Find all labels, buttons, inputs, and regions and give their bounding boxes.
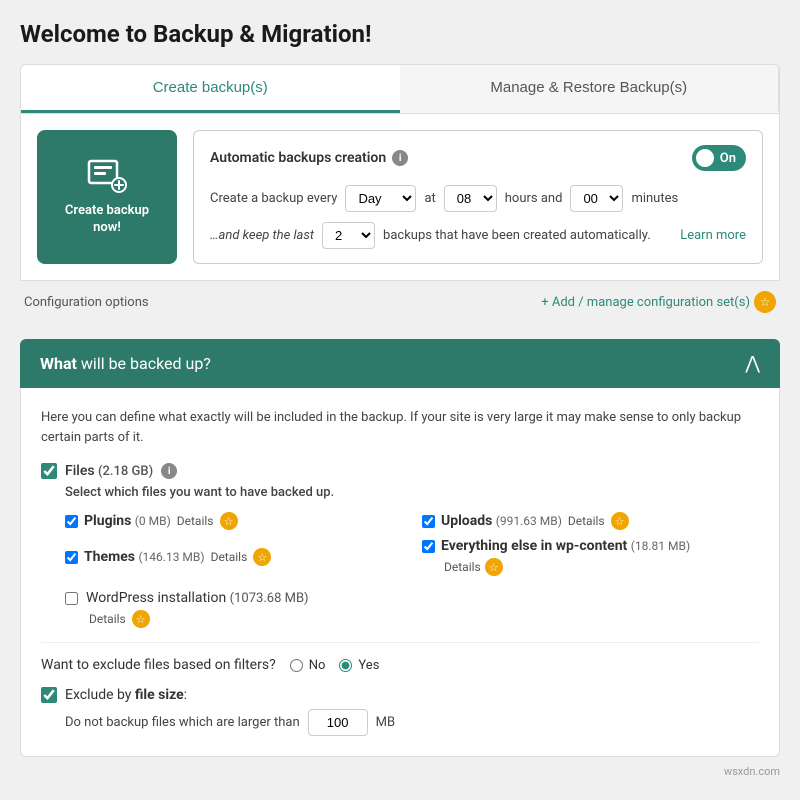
file-item-uploads: Uploads (991.63 MB) Details ☆ xyxy=(422,512,759,530)
uploads-label[interactable]: Uploads (991.63 MB) xyxy=(441,513,562,529)
auto-backup-info-icon[interactable]: i xyxy=(392,150,408,166)
exclude-size-desc: Do not backup files which are larger tha… xyxy=(65,715,300,730)
hours-select[interactable]: 08 00 01 12 xyxy=(444,185,497,212)
schedule-frequency-select[interactable]: Day Hour Week xyxy=(345,185,416,212)
uploads-checkbox[interactable] xyxy=(422,515,435,528)
radio-option-no[interactable]: No xyxy=(290,658,326,673)
everything-else-details-icon[interactable]: ☆ xyxy=(485,558,503,576)
exclude-size-input[interactable] xyxy=(308,709,368,736)
section-header-title: What will be backed up? xyxy=(40,354,211,373)
files-sub-description: Select which files you want to have back… xyxy=(65,485,759,500)
files-grid: Plugins (0 MB) Details ☆ Uploads (991.63… xyxy=(65,512,759,576)
files-info-icon[interactable]: i xyxy=(161,463,177,479)
learn-more-link[interactable]: Learn more xyxy=(680,228,746,243)
file-item-themes: Themes (146.13 MB) Details ☆ xyxy=(65,538,402,576)
section-header: What will be backed up? ⋀ xyxy=(20,339,780,388)
files-checkbox-row: Files (2.18 GB) i xyxy=(41,463,759,479)
uploads-details-link[interactable]: Details xyxy=(568,514,605,528)
wp-installation-label[interactable]: WordPress installation (1073.68 MB) xyxy=(86,590,309,606)
add-config-link[interactable]: + Add / manage configuration set(s) ☆ xyxy=(541,291,776,313)
file-item-plugins: Plugins (0 MB) Details ☆ xyxy=(65,512,402,530)
exclude-by-label[interactable]: Exclude by file size: xyxy=(65,687,187,703)
exclude-size-checkbox-row: Exclude by file size: xyxy=(41,687,759,703)
themes-checkbox[interactable] xyxy=(65,551,78,564)
exclude-filter-section: Want to exclude files based on filters? … xyxy=(41,657,759,736)
tab-manage-restore[interactable]: Manage & Restore Backup(s) xyxy=(400,65,780,113)
section-body: Here you can define what exactly will be… xyxy=(20,388,780,757)
minutes-select[interactable]: 00 15 30 45 xyxy=(570,185,623,212)
create-backup-label: Create backup now! xyxy=(65,203,149,237)
files-label[interactable]: Files (2.18 GB) xyxy=(65,463,153,479)
plugins-checkbox[interactable] xyxy=(65,515,78,528)
uploads-details-icon[interactable]: ☆ xyxy=(611,512,629,530)
themes-details-link[interactable]: Details xyxy=(211,550,248,564)
plugins-details-icon[interactable]: ☆ xyxy=(220,512,238,530)
files-checkbox[interactable] xyxy=(41,463,57,479)
auto-backup-toggle[interactable]: On xyxy=(692,145,746,171)
themes-label[interactable]: Themes (146.13 MB) xyxy=(84,549,205,565)
wp-details-icon[interactable]: ☆ xyxy=(132,610,150,628)
wp-installation-checkbox[interactable] xyxy=(65,592,78,605)
exclude-filter-radio-row: Want to exclude files based on filters? … xyxy=(41,657,759,673)
wp-details-row: Details ☆ xyxy=(89,610,759,628)
create-backup-now-button[interactable]: Create backup now! xyxy=(37,130,177,264)
keep-count-select[interactable]: 2 3 5 10 xyxy=(322,222,375,249)
tabs-container: Create backup(s) Manage & Restore Backup… xyxy=(20,64,780,114)
radio-option-yes[interactable]: Yes xyxy=(339,658,379,673)
themes-details-icon[interactable]: ☆ xyxy=(253,548,271,566)
wp-details-link[interactable]: Details xyxy=(89,612,126,626)
section-description: Here you can define what exactly will be… xyxy=(41,408,759,447)
auto-backup-header: Automatic backups creation i On xyxy=(210,145,746,171)
everything-else-checkbox[interactable] xyxy=(422,540,435,553)
wp-installation-section: WordPress installation (1073.68 MB) Deta… xyxy=(65,590,759,628)
exclude-size-unit: MB xyxy=(376,715,395,730)
watermark: wsxdn.com xyxy=(20,765,780,778)
radio-no[interactable] xyxy=(290,659,303,672)
section-collapse-icon[interactable]: ⋀ xyxy=(745,353,760,374)
auto-backup-section: Automatic backups creation i On Create a… xyxy=(193,130,763,264)
exclude-size-row: Do not backup files which are larger tha… xyxy=(65,709,759,736)
exclude-size-checkbox[interactable] xyxy=(41,687,57,703)
wp-installation-row: WordPress installation (1073.68 MB) xyxy=(65,590,759,606)
main-card: Create backup now! Automatic backups cre… xyxy=(20,114,780,281)
backup-icon xyxy=(87,157,127,193)
everything-else-details-link[interactable]: Details xyxy=(444,560,481,574)
plugins-details-link[interactable]: Details xyxy=(177,514,214,528)
backup-schedule-row: Create a backup every Day Hour Week at 0… xyxy=(210,185,746,212)
backup-keep-row: …and keep the last 2 3 5 10 backups that… xyxy=(210,222,746,249)
toggle-circle xyxy=(696,149,714,167)
exclude-filter-question: Want to exclude files based on filters? xyxy=(41,657,276,673)
config-label: Configuration options xyxy=(24,295,149,310)
tab-create-backups[interactable]: Create backup(s) xyxy=(21,65,400,113)
plugins-label[interactable]: Plugins (0 MB) xyxy=(84,513,171,529)
config-icon: ☆ xyxy=(754,291,776,313)
config-bar: Configuration options + Add / manage con… xyxy=(20,281,780,323)
auto-backup-title: Automatic backups creation i xyxy=(210,150,408,166)
file-item-everything-else: Everything else in wp-content (18.81 MB) xyxy=(422,538,759,554)
radio-yes[interactable] xyxy=(339,659,352,672)
page-title: Welcome to Backup & Migration! xyxy=(20,20,780,48)
everything-else-label[interactable]: Everything else in wp-content (18.81 MB) xyxy=(441,538,690,554)
